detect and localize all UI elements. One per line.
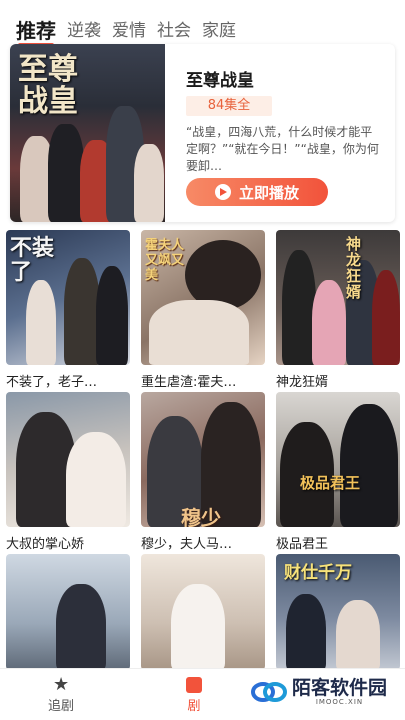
tab-romance[interactable]: 爱情 bbox=[112, 18, 146, 44]
drama-poster[interactable] bbox=[141, 554, 265, 670]
watermark: 陌客软件园 IMOOC.XIN bbox=[245, 672, 391, 712]
drama-title: 大叔的掌心娇 bbox=[6, 537, 85, 552]
drama-card[interactable]: 穆少 穆少，夫人马… bbox=[141, 392, 265, 552]
drama-card[interactable]: 财仕千万 bbox=[276, 554, 400, 670]
featured-poster[interactable]: 至尊战皇 bbox=[10, 44, 165, 222]
drama-icon bbox=[186, 677, 202, 693]
nav-follow-label: 追剧 bbox=[48, 699, 75, 714]
tab-society[interactable]: 社会 bbox=[157, 18, 191, 44]
drama-poster[interactable]: 霍夫人又飒又美 bbox=[141, 230, 265, 365]
drama-card[interactable]: 大叔的掌心娇 bbox=[6, 392, 130, 552]
drama-card[interactable] bbox=[141, 554, 265, 670]
drama-poster[interactable] bbox=[6, 554, 130, 670]
drama-poster-title: 不装了 bbox=[10, 235, 55, 285]
watermark-subtext: IMOOC.XIN bbox=[315, 698, 364, 706]
drama-title: 穆少，夫人马… bbox=[141, 537, 233, 552]
tab-comeback[interactable]: 逆袭 bbox=[67, 18, 101, 44]
play-icon bbox=[214, 184, 231, 200]
watermark-text: 陌客软件园 bbox=[291, 677, 387, 699]
drama-card[interactable]: 不装了 不装了，老子… bbox=[6, 230, 130, 390]
drama-poster[interactable]: 神龙狂婿 bbox=[276, 230, 400, 365]
drama-card[interactable]: 极品君王 极品君王 bbox=[276, 392, 400, 552]
featured-info: 至尊战皇 84集全 “战皇，四海八荒，什么时候才能平定啊？”“就在今日！”“战皇… bbox=[186, 44, 385, 222]
drama-title: 极品君王 bbox=[276, 537, 329, 552]
drama-poster[interactable]: 不装了 bbox=[6, 230, 130, 365]
featured-card[interactable]: 至尊战皇 至尊战皇 84集全 “战皇，四海八荒，什么时候才能平定啊？”“就在今日… bbox=[10, 44, 395, 222]
drama-card[interactable]: 神龙狂婿 神龙狂婿 bbox=[276, 230, 400, 390]
drama-poster[interactable] bbox=[6, 392, 130, 527]
tab-recommend[interactable]: 推荐 bbox=[16, 18, 56, 47]
nav-drama[interactable]: 剧 bbox=[186, 675, 202, 714]
nav-drama-label: 剧 bbox=[187, 699, 201, 714]
drama-poster-title: 霍夫人又飒又美 bbox=[145, 238, 185, 283]
watermark-logo-icon bbox=[250, 680, 288, 704]
star-icon: ★ bbox=[52, 674, 70, 695]
drama-title: 不装了，老子… bbox=[6, 375, 98, 390]
drama-poster[interactable]: 极品君王 bbox=[276, 392, 400, 527]
drama-poster-title: 穆少 bbox=[181, 506, 221, 527]
drama-card[interactable] bbox=[6, 554, 130, 670]
drama-poster-title: 财仕千万 bbox=[284, 563, 352, 583]
featured-title[interactable]: 至尊战皇 bbox=[186, 66, 254, 91]
featured-description: “战皇，四海八荒，什么时候才能平定啊？”“就在今日！”“战皇，你为何要卸… bbox=[186, 125, 379, 173]
category-tabs: 推荐 逆袭 爱情 社会 家庭 bbox=[16, 10, 247, 47]
drama-card[interactable]: 霍夫人又飒又美 重生虐渣:霍夫… bbox=[141, 230, 265, 390]
play-now-button[interactable]: 立即播放 bbox=[186, 178, 328, 206]
drama-poster-title: 神龙狂婿 bbox=[346, 235, 362, 301]
play-button-label: 立即播放 bbox=[238, 183, 299, 202]
tab-family[interactable]: 家庭 bbox=[202, 18, 236, 44]
episode-badge: 84集全 bbox=[186, 96, 272, 116]
nav-follow[interactable]: ★ 追剧 bbox=[48, 674, 75, 715]
drama-poster[interactable]: 财仕千万 bbox=[276, 554, 400, 670]
featured-poster-title: 至尊战皇 bbox=[18, 52, 78, 119]
drama-title: 重生虐渣:霍夫… bbox=[141, 375, 237, 390]
drama-poster[interactable]: 穆少 bbox=[141, 392, 265, 527]
drama-poster-title: 极品君王 bbox=[300, 474, 361, 492]
drama-title: 神龙狂婿 bbox=[276, 375, 329, 390]
